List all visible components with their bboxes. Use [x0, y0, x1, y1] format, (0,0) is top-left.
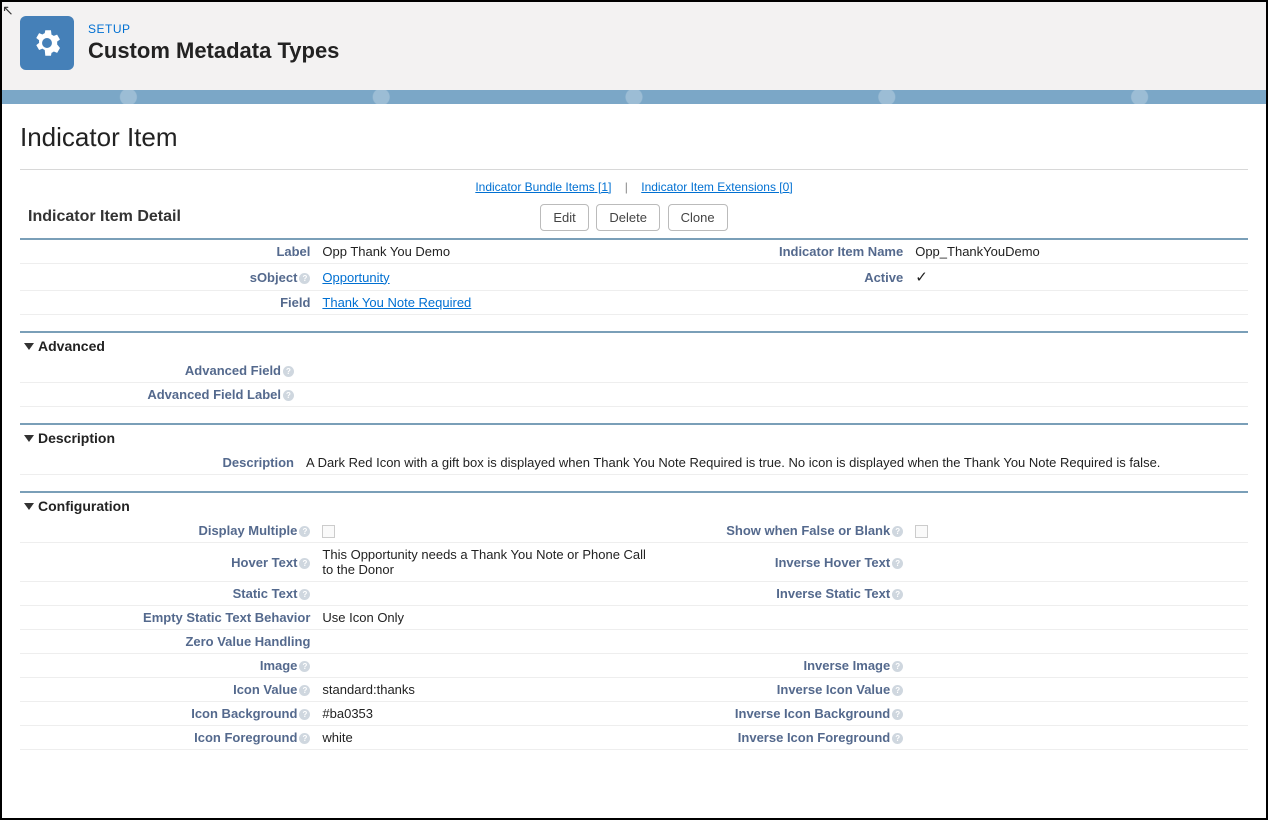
setup-crumb: SETUP [88, 22, 339, 36]
value-description: A Dark Red Icon with a gift box is displ… [300, 451, 1248, 475]
value-field-link[interactable]: Thank You Note Required [322, 295, 471, 310]
section-description[interactable]: Description [20, 425, 1248, 451]
label-advanced-field-label: Advanced Field Label [147, 387, 281, 402]
value-inverse-hover-text [909, 543, 1248, 582]
label-description: Description [20, 451, 300, 475]
label-sobject: sObject [250, 270, 298, 285]
label-advanced-field: Advanced Field [185, 363, 281, 378]
label-hover-text: Hover Text [231, 555, 297, 570]
value-empty-static-behavior: Use Icon Only [316, 606, 655, 630]
help-icon[interactable]: ? [283, 366, 294, 377]
value-icon-background: #ba0353 [316, 702, 655, 726]
link-separator: | [615, 180, 638, 194]
value-icon-foreground: white [316, 726, 655, 750]
section-advanced[interactable]: Advanced [20, 333, 1248, 359]
help-icon[interactable]: ? [892, 733, 903, 744]
page-type-title: Custom Metadata Types [88, 38, 339, 64]
help-icon[interactable]: ? [892, 589, 903, 600]
section-configuration[interactable]: Configuration [20, 493, 1248, 519]
link-bundle-items[interactable]: Indicator Bundle Items [1] [475, 180, 611, 194]
related-links: Indicator Bundle Items [1] | Indicator I… [20, 174, 1248, 208]
label-image: Image [260, 658, 298, 673]
value-hover-text: This Opportunity needs a Thank You Note … [316, 543, 655, 582]
value-inverse-image [909, 654, 1248, 678]
label-active: Active [655, 264, 909, 291]
collapse-icon [24, 343, 34, 350]
link-item-extensions[interactable]: Indicator Item Extensions [0] [641, 180, 792, 194]
label-inverse-icon-foreground: Inverse Icon Foreground [738, 730, 890, 745]
help-icon[interactable]: ? [299, 733, 310, 744]
detail-section-title: Indicator Item Detail [20, 208, 181, 226]
label-icon-background: Icon Background [191, 706, 297, 721]
help-icon[interactable]: ? [299, 558, 310, 569]
help-icon[interactable]: ? [299, 661, 310, 672]
value-inverse-icon-foreground [909, 726, 1248, 750]
collapse-icon [24, 435, 34, 442]
help-icon[interactable]: ? [299, 273, 310, 284]
gear-icon [20, 16, 74, 70]
value-static-text [316, 582, 655, 606]
help-icon[interactable]: ? [892, 709, 903, 720]
help-icon[interactable]: ? [892, 526, 903, 537]
value-inverse-static-text [909, 582, 1248, 606]
label-show-when-false: Show when False or Blank [726, 523, 890, 538]
label-display-multiple: Display Multiple [198, 523, 297, 538]
edit-button[interactable]: Edit [540, 204, 588, 231]
value-icon-value: standard:thanks [316, 678, 655, 702]
help-icon[interactable]: ? [299, 526, 310, 537]
label-icon-foreground: Icon Foreground [194, 730, 297, 745]
configuration-fields: Display Multiple? Show when False or Bla… [20, 519, 1248, 750]
show-when-false-checkbox [915, 525, 928, 538]
help-icon[interactable]: ? [299, 685, 310, 696]
label-inverse-image: Inverse Image [804, 658, 891, 673]
label-inverse-icon-background: Inverse Icon Background [735, 706, 890, 721]
help-icon[interactable]: ? [892, 558, 903, 569]
value-advanced-field-label [300, 383, 1248, 407]
setup-header: SETUP Custom Metadata Types [2, 2, 1266, 90]
collapse-icon [24, 503, 34, 510]
active-check-icon: ✓ [915, 269, 928, 286]
delete-button[interactable]: Delete [596, 204, 660, 231]
value-image [316, 654, 655, 678]
help-icon[interactable]: ? [299, 709, 310, 720]
label-label: Label [20, 240, 316, 264]
value-label: Opp Thank You Demo [316, 240, 655, 264]
label-static-text: Static Text [233, 586, 298, 601]
value-advanced-field [300, 359, 1248, 383]
value-zero-value-handling [316, 630, 655, 654]
advanced-fields: Advanced Field? Advanced Field Label? [20, 359, 1248, 407]
label-empty-static-behavior: Empty Static Text Behavior [20, 606, 316, 630]
label-inverse-static-text: Inverse Static Text [776, 586, 890, 601]
value-sobject-link[interactable]: Opportunity [322, 270, 389, 285]
label-field: Field [20, 291, 316, 315]
help-icon[interactable]: ? [299, 589, 310, 600]
label-zero-value-handling: Zero Value Handling [20, 630, 316, 654]
help-icon[interactable]: ? [892, 685, 903, 696]
value-indicator-item-name: Opp_ThankYouDemo [909, 240, 1248, 264]
value-inverse-icon-value [909, 678, 1248, 702]
label-inverse-icon-value: Inverse Icon Value [777, 682, 890, 697]
record-title: Indicator Item [20, 122, 1248, 153]
help-icon[interactable]: ? [283, 390, 294, 401]
label-indicator-item-name: Indicator Item Name [655, 240, 909, 264]
label-inverse-hover-text: Inverse Hover Text [775, 555, 890, 570]
description-fields: Description A Dark Red Icon with a gift … [20, 451, 1248, 475]
help-icon[interactable]: ? [892, 661, 903, 672]
value-inverse-icon-background [909, 702, 1248, 726]
decorative-band [2, 90, 1266, 104]
label-icon-value: Icon Value [233, 682, 297, 697]
detail-fields: Label Opp Thank You Demo Indicator Item … [20, 240, 1248, 315]
clone-button[interactable]: Clone [668, 204, 728, 231]
display-multiple-checkbox [322, 525, 335, 538]
